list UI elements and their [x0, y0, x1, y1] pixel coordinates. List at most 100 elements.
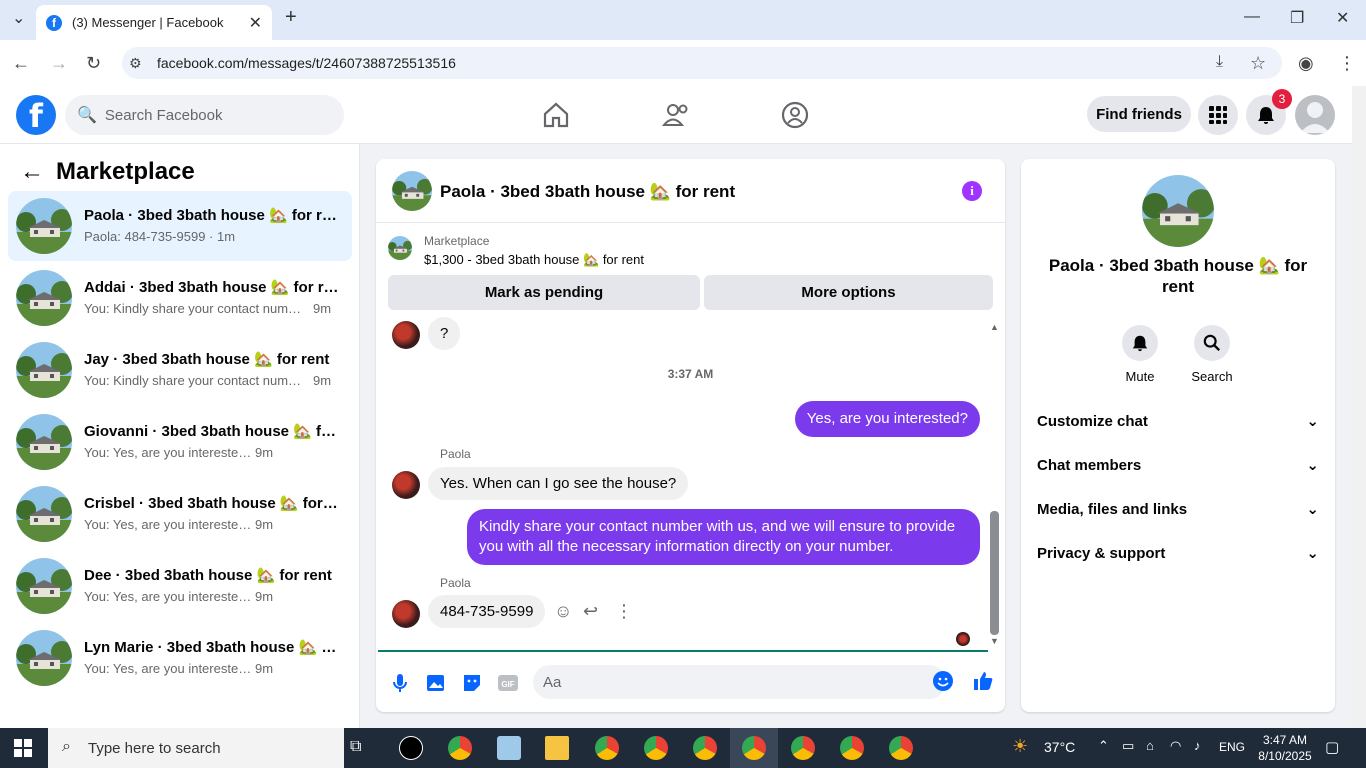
- facebook-top-bar: f 🔍 Search Facebook Find friends 3: [0, 86, 1352, 144]
- search-label: Search: [1191, 369, 1233, 384]
- chrome-app-icon[interactable]: [742, 736, 766, 760]
- chrome-app-icon[interactable]: [644, 736, 668, 760]
- maximize-icon[interactable]: ❐: [1290, 8, 1304, 28]
- menu-dots-icon[interactable]: ⋮: [1338, 53, 1356, 74]
- back-icon[interactable]: ←: [12, 53, 30, 74]
- listing-thumbnail: [388, 236, 412, 260]
- panel-title: Marketplace: [56, 158, 195, 185]
- search-in-chat-button[interactable]: Search: [1182, 325, 1242, 384]
- conversation-item-lyn-marie[interactable]: Lyn Marie · 3bed 3bath house 🏡 for rent …: [8, 623, 352, 693]
- volume-icon[interactable]: ♪: [1194, 738, 1201, 753]
- house-thumbnail: [16, 558, 72, 614]
- sender-avatar: [392, 321, 420, 349]
- chrome-app-icon[interactable]: [791, 736, 815, 760]
- profile-icon[interactable]: ◉: [1298, 53, 1314, 74]
- conversation-name: Lyn Marie · 3bed 3bath house 🏡 for rent: [84, 639, 340, 656]
- read-receipt-avatar: [956, 632, 970, 646]
- weather-temperature[interactable]: 37°C: [1044, 739, 1075, 755]
- house-thumbnail: [16, 486, 72, 542]
- conversation-name: Paola · 3bed 3bath house 🏡 for rent: [84, 207, 340, 224]
- bookmark-star-icon[interactable]: ☆: [1250, 53, 1266, 74]
- reply-icon[interactable]: ↩: [583, 601, 598, 622]
- battery-icon[interactable]: ▭: [1122, 738, 1134, 754]
- back-arrow-icon[interactable]: ←: [20, 158, 44, 186]
- message-input-placeholder: Aa: [543, 673, 562, 691]
- reload-icon[interactable]: ↻: [86, 53, 101, 74]
- facebook-favicon-icon: f: [46, 14, 62, 31]
- message-more-icon[interactable]: ⋮: [615, 601, 633, 622]
- chat-title[interactable]: Paola · 3bed 3bath house 🏡 for rent: [440, 182, 735, 202]
- photo-icon[interactable]: [424, 671, 448, 695]
- listing-title[interactable]: $1,300 - 3bed 3bath house 🏡 for rent: [424, 252, 644, 268]
- taskbar-clock[interactable]: 3:47 AM 8/10/2025: [1258, 732, 1312, 764]
- show-hidden-icons-icon[interactable]: ⌃: [1098, 738, 1109, 754]
- site-info-icon[interactable]: ⚙: [129, 55, 142, 72]
- chrome-app-icon[interactable]: [595, 736, 619, 760]
- windows-start-icon[interactable]: [14, 739, 32, 757]
- chat-window: Paola · 3bed 3bath house 🏡 for rent i Ma…: [376, 159, 1005, 712]
- close-tab-icon[interactable]: ✕: [249, 13, 262, 33]
- conversation-item-crisbel[interactable]: Crisbel · 3bed 3bath house 🏡 for rent Yo…: [8, 479, 352, 549]
- wifi-icon[interactable]: ◠: [1170, 738, 1181, 754]
- react-emoji-icon[interactable]: ☺: [554, 601, 572, 622]
- forward-icon[interactable]: →: [50, 53, 68, 74]
- house-thumbnail: [16, 630, 72, 686]
- notepad-app-icon[interactable]: [497, 736, 521, 760]
- conversation-item-jay[interactable]: Jay · 3bed 3bath house 🏡 for rent You: K…: [8, 335, 352, 405]
- account-avatar[interactable]: [1295, 95, 1335, 135]
- language-indicator[interactable]: ENG: [1219, 740, 1245, 754]
- conversation-item-paola[interactable]: Paola · 3bed 3bath house 🏡 for rent Paol…: [8, 191, 352, 261]
- home-icon[interactable]: [541, 100, 571, 130]
- conversation-name: Dee · 3bed 3bath house 🏡 for rent: [84, 567, 332, 584]
- microphone-icon[interactable]: [388, 671, 412, 695]
- chrome-app-icon[interactable]: [889, 736, 913, 760]
- mark-as-pending-button[interactable]: Mark as pending: [388, 275, 700, 310]
- url-field[interactable]: facebook.com/messages/t/2460738872551351…: [122, 47, 1282, 79]
- emoji-icon[interactable]: [931, 669, 955, 693]
- conversation-item-addai[interactable]: Addai · 3bed 3bath house 🏡 for rent You:…: [8, 263, 352, 333]
- file-explorer-icon[interactable]: [545, 736, 569, 760]
- install-app-icon[interactable]: ⤓: [1216, 53, 1223, 71]
- incoming-message: Yes. When can I go see the house?: [428, 467, 689, 500]
- more-options-button[interactable]: More options: [704, 275, 993, 310]
- friends-icon[interactable]: [661, 100, 691, 130]
- conversation-item-giovanni[interactable]: Giovanni · 3bed 3bath house 🏡 for rent Y…: [8, 407, 352, 477]
- groups-icon[interactable]: [780, 100, 810, 130]
- media-files-links-row[interactable]: Media, files and links ⌄: [1037, 497, 1319, 521]
- search-facebook-input[interactable]: 🔍 Search Facebook: [65, 95, 344, 135]
- scroll-up-icon[interactable]: ▲: [990, 322, 999, 332]
- chrome-app-icon[interactable]: [693, 736, 717, 760]
- privacy-support-row[interactable]: Privacy & support ⌄: [1037, 541, 1319, 565]
- weather-icon[interactable]: ☀: [1012, 736, 1028, 757]
- facebook-logo-icon[interactable]: f: [16, 95, 56, 135]
- notification-center-icon[interactable]: ▢: [1325, 738, 1339, 756]
- sticker-icon[interactable]: [460, 671, 484, 695]
- close-window-icon[interactable]: ✕: [1336, 8, 1349, 28]
- page-scrollbar[interactable]: [1352, 86, 1366, 728]
- customize-chat-row[interactable]: Customize chat ⌄: [1037, 409, 1319, 433]
- message-input[interactable]: Aa: [533, 665, 946, 699]
- network-icon[interactable]: ⌂: [1146, 738, 1154, 753]
- new-tab-icon[interactable]: +: [285, 6, 297, 29]
- chat-scrollbar-thumb[interactable]: [990, 511, 999, 635]
- thumbs-up-icon[interactable]: [971, 669, 995, 693]
- task-view-icon[interactable]: ⧉: [350, 738, 361, 756]
- browser-tab[interactable]: f (3) Messenger | Facebook ✕: [36, 5, 272, 40]
- info-icon[interactable]: i: [962, 181, 982, 201]
- search-icon: [1203, 334, 1221, 352]
- menu-grid-icon[interactable]: [1198, 95, 1238, 135]
- tiktok-app-icon[interactable]: [399, 736, 423, 760]
- conversation-item-dee[interactable]: Dee · 3bed 3bath house 🏡 for rent You: Y…: [8, 551, 352, 621]
- message-list[interactable]: ? 3:37 AM Yes, are you interested? Paola…: [376, 317, 1005, 651]
- chat-members-row[interactable]: Chat members ⌄: [1037, 453, 1319, 477]
- gif-icon[interactable]: GIF: [496, 671, 520, 695]
- scroll-down-icon[interactable]: ▼: [990, 636, 999, 646]
- tab-list-icon[interactable]: ⌄: [12, 8, 25, 28]
- find-friends-button[interactable]: Find friends: [1087, 96, 1191, 132]
- chrome-app-icon[interactable]: [840, 736, 864, 760]
- minimize-icon[interactable]: —: [1244, 8, 1260, 26]
- notification-count-badge: 3: [1272, 89, 1292, 109]
- chrome-app-icon[interactable]: [448, 736, 472, 760]
- taskbar-search-input[interactable]: ⌕ Type here to search: [48, 728, 344, 768]
- mute-button[interactable]: Mute: [1110, 325, 1170, 384]
